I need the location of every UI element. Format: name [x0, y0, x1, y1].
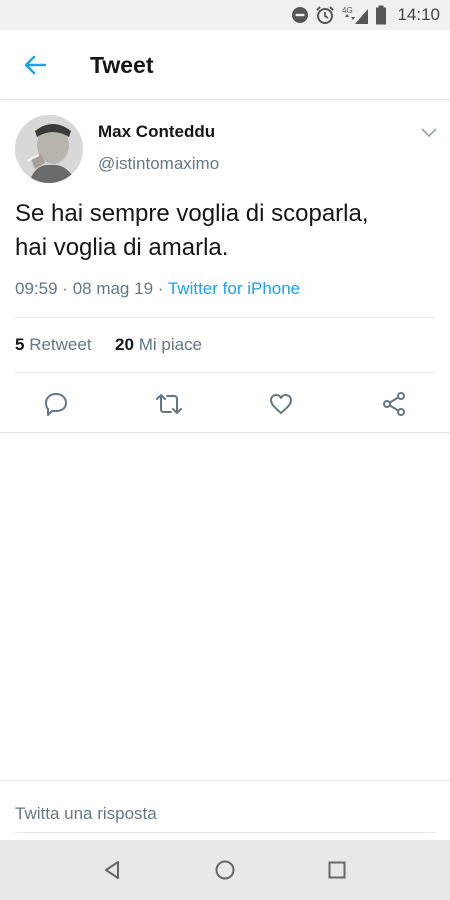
page-title: Tweet	[90, 52, 154, 78]
like-label: Mi piace	[138, 335, 203, 354]
like-count: 20	[115, 335, 134, 354]
like-icon	[270, 394, 292, 414]
signal-icon: 4G	[341, 5, 369, 25]
tweet-text-line: Se hai sempre voglia di scoparla,	[15, 200, 369, 227]
divider	[15, 317, 435, 318]
nav-home-button[interactable]	[210, 855, 240, 885]
chevron-down-icon	[421, 128, 437, 138]
tweet-date: 08 mag 19	[72, 279, 154, 298]
retweet-stat[interactable]: 5 Retweet	[15, 335, 92, 354]
alarm-icon	[315, 5, 335, 25]
tweet-meta: 09:59 · 08 mag 19 · Twitter for iPhone	[15, 279, 300, 299]
network-type-label: 4G	[342, 6, 353, 15]
tweet-text: Se hai sempre voglia di scoparla, hai vo…	[15, 197, 440, 265]
reply-input[interactable]	[15, 795, 435, 833]
author-handle[interactable]: @istintomaximo	[98, 154, 219, 174]
like-button[interactable]	[266, 389, 296, 419]
battery-icon	[375, 5, 387, 25]
app-bar: Tweet	[0, 30, 450, 100]
home-circle-icon	[215, 860, 235, 880]
share-button[interactable]	[379, 389, 409, 419]
tweet-menu-button[interactable]	[418, 124, 440, 142]
reply-icon	[45, 393, 67, 416]
tweet-time: 09:59	[15, 279, 58, 298]
divider	[15, 372, 435, 373]
thread-divider	[0, 432, 450, 433]
status-time: 14:10	[397, 5, 440, 24]
like-stat[interactable]: 20 Mi piace	[115, 335, 202, 354]
tweet-text-line: hai voglia di amarla.	[15, 234, 229, 261]
system-nav-bar	[0, 840, 450, 900]
retweet-icon	[156, 394, 182, 414]
meta-separator: ·	[62, 279, 68, 298]
tweet-actions	[0, 385, 450, 421]
share-icon	[383, 392, 405, 416]
retweet-count: 5	[15, 335, 25, 354]
reply-bar-border	[0, 780, 450, 781]
author-name[interactable]: Max Conteddu	[98, 122, 215, 142]
meta-separator: ·	[157, 279, 164, 298]
recents-square-icon	[328, 861, 346, 879]
status-icons: 4G 14:10	[291, 0, 440, 30]
reply-button[interactable]	[41, 389, 71, 419]
avatar[interactable]	[15, 115, 83, 183]
nav-back-button[interactable]	[97, 855, 127, 885]
tweet-stats: 5 Retweet 20 Mi piace	[15, 335, 202, 355]
do-not-disturb-icon	[291, 6, 309, 24]
retweet-label: Retweet	[29, 335, 92, 354]
back-button[interactable]	[18, 50, 52, 80]
nav-recents-button[interactable]	[322, 855, 352, 885]
arrow-left-icon	[24, 55, 47, 75]
back-triangle-icon	[105, 861, 119, 879]
status-bar: 4G 14:10	[0, 0, 450, 30]
tweet-source-link[interactable]: Twitter for iPhone	[168, 279, 300, 298]
retweet-button[interactable]	[154, 389, 184, 419]
